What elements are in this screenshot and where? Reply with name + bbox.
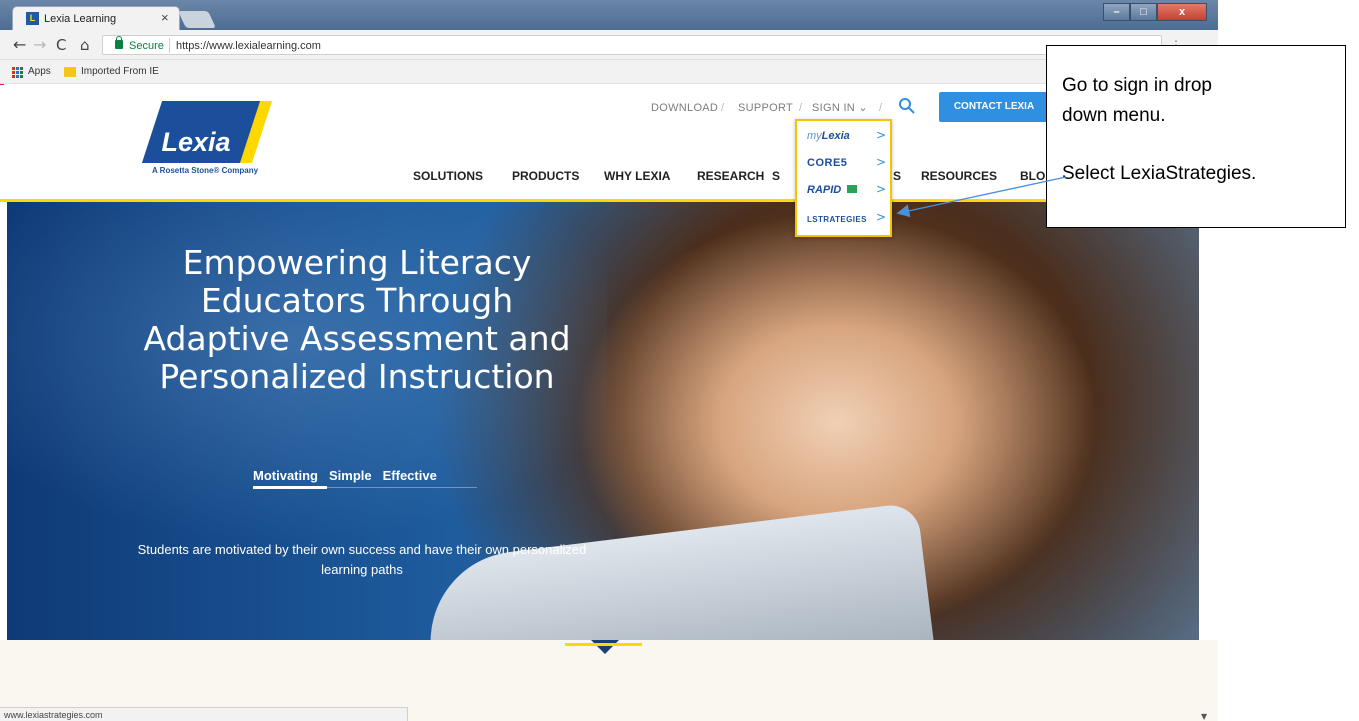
browser-toolbar: ← → C ⌂ Secure https://www.lexialearning… xyxy=(0,30,1218,60)
scroll-down-arrow-icon[interactable]: ▼ xyxy=(1201,712,1207,721)
sign-in-dropdown[interactable]: SIGN IN ⌄ xyxy=(812,101,868,115)
hero-tab-indicator xyxy=(253,486,327,489)
folder-icon xyxy=(64,67,76,77)
home-icon[interactable]: ⌂ xyxy=(80,36,90,54)
browser-window: L Lexia Learning × – □ x ← → C ⌂ Secure … xyxy=(0,0,1218,721)
nav-separator: / xyxy=(721,102,725,114)
hero-description: Students are motivated by their own succ… xyxy=(137,542,587,577)
menu-item-core5[interactable]: CORE5 > xyxy=(803,152,889,174)
nav-solutions[interactable]: SOLUTIONS xyxy=(413,169,483,183)
nav-separator: / xyxy=(879,102,883,114)
nav-research[interactable]: RESEARCH xyxy=(697,169,764,183)
back-arrow-icon[interactable]: ← xyxy=(13,36,26,54)
tab-close-icon[interactable]: × xyxy=(161,11,169,25)
hero-title-line: Adaptive Assessment and xyxy=(143,319,571,358)
tab-title: Lexia Learning xyxy=(44,13,117,25)
chevron-right-icon: > xyxy=(876,182,887,196)
hero-title-line: Empowering Literacy xyxy=(182,243,532,282)
bookmark-label: Imported From IE xyxy=(81,66,159,77)
menu-item-label: myLexia xyxy=(807,130,850,142)
hero-title: Empowering Literacy Educators Through Ad… xyxy=(127,244,587,396)
hero-tab-simple[interactable]: Simple xyxy=(329,468,372,484)
search-icon[interactable] xyxy=(898,97,916,115)
web-page: Lexia A Rosetta Stone® Company DOWNLOAD … xyxy=(0,85,1218,721)
callout-line: Select LexiaStrategies. xyxy=(1062,163,1257,184)
reload-icon[interactable]: C xyxy=(56,36,66,54)
support-link[interactable]: SUPPORT xyxy=(738,101,793,115)
chevron-right-icon: > xyxy=(876,155,887,169)
nav-resources[interactable]: RESOURCES xyxy=(921,169,997,183)
secure-label: Secure xyxy=(129,40,164,52)
hero-tab-effective[interactable]: Effective xyxy=(383,468,437,484)
nav-products[interactable]: PRODUCTS xyxy=(512,169,579,183)
instruction-callout: Go to sign in drop down menu. Select Lex… xyxy=(1046,45,1346,228)
download-link[interactable]: DOWNLOAD xyxy=(651,101,718,115)
window-controls: – □ x xyxy=(1103,3,1213,23)
menu-item-label: RAPID xyxy=(807,184,842,196)
hero-banner: Empowering Literacy Educators Through Ad… xyxy=(7,202,1199,640)
nav-blog[interactable]: BLO xyxy=(1020,169,1045,183)
url-divider xyxy=(169,38,170,53)
nav-item-partial[interactable]: S xyxy=(772,169,780,183)
nav-separator: / xyxy=(799,102,803,114)
logo-tagline: A Rosetta Stone® Company xyxy=(151,166,259,175)
sign-in-menu: myLexia > CORE5 > RAPID > LSTRATEGIES > xyxy=(795,119,892,237)
menu-item-mylexia[interactable]: myLexia > xyxy=(803,125,889,147)
callout-line: down menu. xyxy=(1062,105,1166,126)
hero-tabs: Motivating Simple Effective xyxy=(253,468,437,484)
nav-why-lexia[interactable]: WHY LEXIA xyxy=(604,169,670,183)
hero-tab-motivating[interactable]: Motivating xyxy=(253,468,318,484)
status-url: www.lexiastrategies.com xyxy=(4,710,103,720)
address-bar[interactable]: Secure https://www.lexialearning.com xyxy=(102,35,1162,55)
url-text[interactable]: https://www.lexialearning.com xyxy=(176,39,321,53)
site-header: Lexia A Rosetta Stone® Company DOWNLOAD … xyxy=(0,85,1218,198)
logo-word: Lexia xyxy=(161,127,231,157)
menu-item-lexiastrategies[interactable]: LSTRATEGIES > xyxy=(803,207,889,229)
menu-item-label: CORE5 xyxy=(807,157,848,169)
lock-icon xyxy=(115,36,123,49)
forward-arrow-icon[interactable]: → xyxy=(33,36,46,54)
section-yellow-accent xyxy=(565,643,642,646)
rapid-badge-icon xyxy=(847,185,857,193)
status-bar: www.lexiastrategies.com xyxy=(0,707,408,721)
bookmark-apps[interactable]: Apps xyxy=(12,65,51,79)
title-bar: L Lexia Learning × – □ x xyxy=(0,0,1218,30)
maximize-button[interactable]: □ xyxy=(1130,3,1157,21)
hero-title-line: Personalized Instruction xyxy=(159,357,555,396)
hero-title-line: Educators Through xyxy=(200,281,514,320)
minimize-button[interactable]: – xyxy=(1103,3,1130,21)
lexia-logo[interactable]: Lexia A Rosetta Stone® Company xyxy=(141,101,273,177)
contact-lexia-button[interactable]: CONTACT LEXIA xyxy=(939,92,1049,122)
browser-tab[interactable]: L Lexia Learning × xyxy=(12,6,180,30)
bookmark-imported-from-ie[interactable]: Imported From IE xyxy=(64,65,159,79)
new-tab-button[interactable] xyxy=(178,11,216,28)
chevron-right-icon: > xyxy=(876,128,887,142)
bookmark-label: Apps xyxy=(28,66,51,77)
callout-line: Go to sign in drop xyxy=(1062,75,1212,96)
chevron-right-icon: > xyxy=(876,210,887,224)
menu-item-rapid[interactable]: RAPID > xyxy=(803,179,889,201)
bookmarks-bar: Apps Imported From IE xyxy=(0,60,1218,84)
menu-item-label: LSTRATEGIES xyxy=(807,215,867,224)
lexia-favicon-icon: L xyxy=(26,12,39,25)
apps-grid-icon xyxy=(12,66,23,78)
nav-item-partial[interactable]: S xyxy=(893,169,901,183)
close-window-button[interactable]: x xyxy=(1157,3,1207,21)
